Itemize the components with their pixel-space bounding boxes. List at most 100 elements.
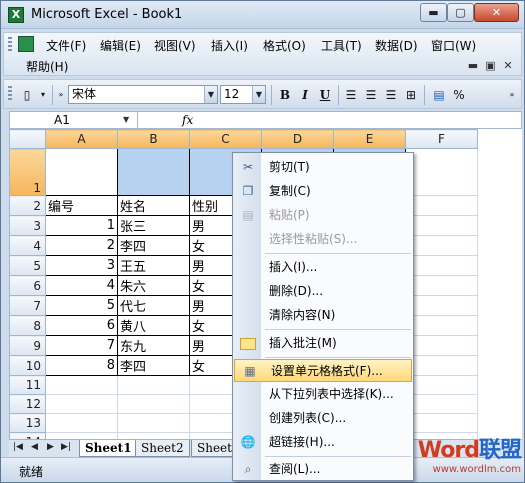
formula-input[interactable]	[206, 112, 521, 128]
sheet-cell[interactable]	[405, 275, 478, 296]
menu-format-cells[interactable]: ▦ 设置单元格格式(F)...	[234, 359, 412, 382]
sheet-cell[interactable]: 李四	[117, 355, 190, 376]
sheet-cell[interactable]: 8	[45, 355, 118, 376]
align-center-icon[interactable]: ☰	[362, 86, 380, 104]
doc-restore-button[interactable]: ▣	[484, 59, 498, 72]
menu-edit[interactable]: 编辑(E)	[100, 37, 141, 54]
font-size-box[interactable]: 12 ▼	[220, 85, 266, 104]
select-all-corner[interactable]	[9, 129, 46, 149]
sheet-cell[interactable]: 朱六	[117, 275, 190, 296]
sheet-cell[interactable]	[405, 295, 478, 316]
excel-app-icon[interactable]: X	[8, 7, 24, 23]
row-header[interactable]: 5	[9, 255, 46, 276]
sheet-cell[interactable]: 3	[45, 255, 118, 276]
close-button[interactable]: ✕	[474, 3, 519, 22]
italic-button[interactable]: I	[296, 86, 314, 104]
sheet-cell[interactable]: 1	[45, 215, 118, 236]
menu-format[interactable]: 格式(O)	[263, 37, 306, 54]
currency-icon[interactable]: ▤	[430, 86, 448, 104]
sheet-cell[interactable]	[405, 235, 478, 256]
sheet-cell[interactable]	[117, 394, 190, 414]
row-header[interactable]: 11	[9, 375, 46, 395]
menu-create-list[interactable]: 创建列表(C)...	[233, 407, 413, 430]
sheet-cell[interactable]	[405, 195, 478, 216]
menu-help[interactable]: 帮助(H)	[26, 58, 68, 75]
row-header[interactable]: 10	[9, 355, 46, 376]
sheet-cell[interactable]: 代七	[117, 295, 190, 316]
name-box[interactable]: A1	[10, 112, 138, 128]
prev-sheet-icon[interactable]: ◀	[31, 442, 38, 452]
sheet-tab-2[interactable]: Sheet2	[135, 440, 190, 457]
row-header[interactable]: 1	[9, 148, 46, 196]
maximize-button[interactable]: ▢	[447, 3, 474, 22]
sheet-cell[interactable]: 姓名	[117, 195, 190, 216]
menu-copy[interactable]: ❐ 复制(C)	[233, 180, 413, 203]
sheet-cell[interactable]	[45, 413, 118, 433]
sheet-cell[interactable]: 7	[45, 335, 118, 356]
merge-center-icon[interactable]: ⊞	[402, 86, 420, 104]
sheet-cell[interactable]: 黄八	[117, 315, 190, 336]
first-sheet-icon[interactable]: |◀	[13, 442, 23, 452]
menu-insert-cells[interactable]: 插入(I)...	[233, 256, 413, 279]
next-sheet-icon[interactable]: ▶	[47, 442, 54, 452]
column-header[interactable]: A	[45, 129, 118, 149]
menu-clear-contents[interactable]: 清除内容(N)	[233, 304, 413, 327]
sheet-cell[interactable]	[405, 413, 478, 433]
menu-cut[interactable]: ✂ 剪切(T)	[233, 156, 413, 179]
underline-button[interactable]: U	[316, 86, 334, 104]
menu-delete-cells[interactable]: 删除(D)...	[233, 280, 413, 303]
sheet-cell[interactable]: 4	[45, 275, 118, 296]
workbook-icon[interactable]	[18, 36, 34, 52]
sheet-cell[interactable]	[117, 413, 190, 433]
new-document-icon[interactable]: ▯	[18, 86, 36, 104]
menu-insert-comment[interactable]: 插入批注(M)	[233, 332, 413, 355]
menu-insert[interactable]: 插入(I)	[211, 37, 248, 54]
font-name-box[interactable]: 宋体 ▼	[68, 85, 218, 104]
row-header[interactable]: 4	[9, 235, 46, 256]
sheet-cell[interactable]	[405, 255, 478, 276]
sheet-cell[interactable]	[117, 375, 190, 395]
sheet-cell[interactable]	[405, 375, 478, 395]
column-header[interactable]: C	[189, 129, 262, 149]
row-header[interactable]: 12	[9, 394, 46, 414]
sheet-cell[interactable]: 2	[45, 235, 118, 256]
fx-icon[interactable]: fx	[182, 112, 193, 128]
sheet-cell[interactable]	[405, 335, 478, 356]
doc-minimize-button[interactable]: ▬	[466, 59, 480, 72]
bold-button[interactable]: B	[276, 86, 294, 104]
row-header[interactable]: 9	[9, 335, 46, 356]
align-left-icon[interactable]: ☰	[342, 86, 360, 104]
sheet-cell[interactable]	[45, 375, 118, 395]
row-header[interactable]: 7	[9, 295, 46, 316]
row-header[interactable]: 2	[9, 195, 46, 216]
toolbar-grip[interactable]	[8, 86, 12, 102]
sheet-cell[interactable]	[405, 148, 478, 196]
sheet-cell[interactable]: 李四	[117, 235, 190, 256]
sheet-cell[interactable]	[45, 148, 118, 196]
sheet-cell[interactable]	[405, 215, 478, 236]
sheet-cell[interactable]	[405, 394, 478, 414]
sheet-cell[interactable]: 5	[45, 295, 118, 316]
sheet-tab-1[interactable]: Sheet1	[79, 440, 138, 457]
column-header[interactable]: D	[261, 129, 334, 149]
toolbar-overflow-icon[interactable]: »	[506, 86, 518, 104]
doc-close-button[interactable]: ✕	[501, 59, 515, 72]
toolbar-chevron-icon[interactable]: »	[56, 86, 66, 104]
sheet-cell[interactable]: 王五	[117, 255, 190, 276]
sheet-cell[interactable]: 6	[45, 315, 118, 336]
sheet-cell[interactable]: 张三	[117, 215, 190, 236]
row-header[interactable]: 8	[9, 315, 46, 336]
menu-window[interactable]: 窗口(W)	[431, 37, 476, 54]
menu-pick-from-list[interactable]: 从下拉列表中选择(K)...	[233, 383, 413, 406]
align-right-icon[interactable]: ☰	[382, 86, 400, 104]
menu-data[interactable]: 数据(D)	[375, 37, 418, 54]
column-header[interactable]: B	[117, 129, 190, 149]
row-header[interactable]: 3	[9, 215, 46, 236]
sheet-cell[interactable]	[45, 394, 118, 414]
minimize-button[interactable]: ▬	[420, 3, 447, 22]
menubar-grip[interactable]	[8, 37, 12, 53]
size-dropdown-arrow-icon[interactable]: ▼	[252, 86, 265, 103]
row-header[interactable]: 6	[9, 275, 46, 296]
sheet-cell[interactable]	[405, 355, 478, 376]
sheet-cell[interactable]	[117, 148, 190, 196]
